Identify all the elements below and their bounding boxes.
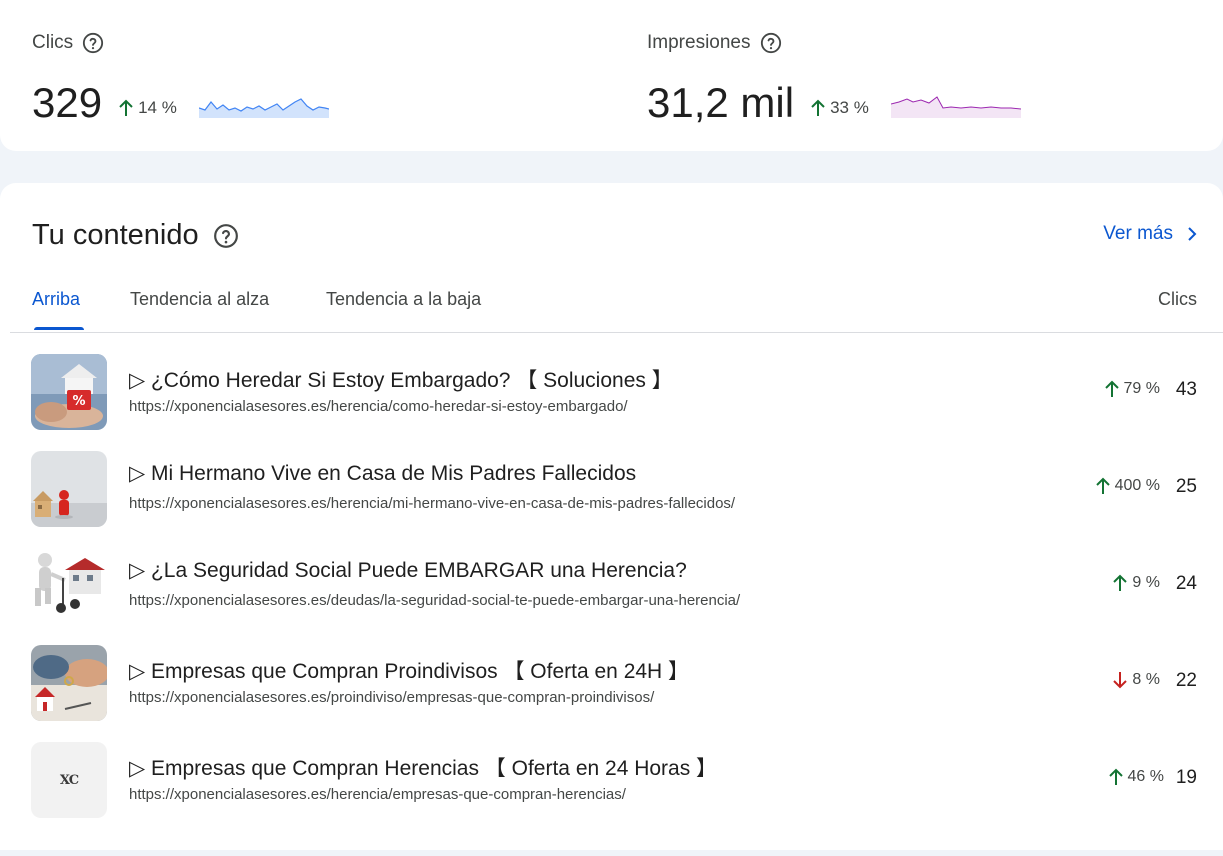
content-title[interactable]: ▷ ¿La Seguridad Social Puede EMBARGAR un… xyxy=(129,558,687,583)
row-delta-value: 8 % xyxy=(1132,671,1160,688)
arrow-up-icon xyxy=(1095,477,1110,494)
chevron-right-icon xyxy=(1188,227,1197,241)
tab-trending-down[interactable]: Tendencia a la baja xyxy=(326,289,481,310)
clicks-delta-value: 14 % xyxy=(138,98,177,117)
impressions-delta-value: 33 % xyxy=(830,98,869,117)
key-handover-thumbnail xyxy=(31,645,107,721)
row-clicks: 25 xyxy=(1175,476,1197,497)
column-header-clicks: Clics xyxy=(1158,289,1197,309)
list-item[interactable]: % ▷ ¿Cómo Heredar Si Estoy Embargado? 【 … xyxy=(0,351,1223,448)
divider xyxy=(10,332,1223,333)
list-item[interactable]: ▷ ¿La Seguridad Social Puede EMBARGAR un… xyxy=(0,545,1223,642)
arrow-up-icon xyxy=(811,99,825,116)
impressions-metric[interactable]: Impresiones 31,2 mil 33 % xyxy=(647,30,1021,124)
arrow-up-icon xyxy=(1104,380,1119,397)
arrow-up-icon xyxy=(1108,768,1123,785)
svg-text:%: % xyxy=(72,394,85,409)
row-delta: 9 % xyxy=(1112,574,1160,592)
house-percent-thumbnail: % xyxy=(31,354,107,430)
list-item[interactable]: ▷ Mi Hermano Vive en Casa de Mis Padres … xyxy=(0,448,1223,545)
hand-truck-house-thumbnail xyxy=(31,548,107,624)
row-delta: 79 % xyxy=(1104,380,1160,398)
content-url: https://xponencialasesores.es/proindivis… xyxy=(129,689,655,706)
clicks-sparkline xyxy=(198,98,329,118)
clicks-value: 329 xyxy=(32,79,103,126)
clicks-label: Clics xyxy=(32,32,74,53)
row-clicks: 43 xyxy=(1175,379,1197,400)
help-icon[interactable] xyxy=(213,223,239,249)
clicks-delta: 14 % xyxy=(118,98,177,118)
row-delta-value: 9 % xyxy=(1132,574,1160,591)
content-title[interactable]: ▷ ¿Cómo Heredar Si Estoy Embargado? 【 So… xyxy=(129,364,673,394)
row-clicks: 19 xyxy=(1175,767,1197,788)
tab-top[interactable]: Arriba xyxy=(32,289,80,310)
see-more-label: Ver más xyxy=(1103,223,1173,244)
row-delta-value: 79 % xyxy=(1123,380,1160,397)
arrow-up-icon xyxy=(1113,574,1128,591)
xc-logo-thumbnail: XC xyxy=(31,742,107,818)
content-title[interactable]: ▷ Empresas que Compran Herencias 【 Ofert… xyxy=(129,752,717,782)
metrics-card: Clics 329 14 % Impresiones 31,2 mil 33 % xyxy=(0,0,1223,151)
row-delta: 46 % xyxy=(1108,768,1164,786)
row-delta: 400 % xyxy=(1095,477,1160,495)
active-tab-indicator xyxy=(34,327,84,330)
content-title[interactable]: ▷ Mi Hermano Vive en Casa de Mis Padres … xyxy=(129,461,636,486)
section-header: Tu contenido xyxy=(32,219,239,252)
content-url: https://xponencialasesores.es/herencia/c… xyxy=(129,398,628,415)
impressions-sparkline xyxy=(890,96,1021,118)
list-item[interactable]: ▷ Empresas que Compran Proindivisos 【 Of… xyxy=(0,642,1223,739)
impressions-value: 31,2 mil xyxy=(647,79,795,126)
impressions-label: Impresiones xyxy=(647,32,751,53)
help-icon[interactable] xyxy=(760,32,782,54)
content-list: % ▷ ¿Cómo Heredar Si Estoy Embargado? 【 … xyxy=(0,351,1223,836)
content-title[interactable]: ▷ Empresas que Compran Proindivisos 【 Of… xyxy=(129,655,689,685)
content-url: https://xponencialasesores.es/herencia/m… xyxy=(129,495,736,512)
section-title: Tu contenido xyxy=(32,219,199,251)
content-card: Tu contenido Ver más Arriba Tendencia al… xyxy=(0,183,1223,850)
row-delta: 8 % xyxy=(1112,671,1160,689)
row-delta-value: 46 % xyxy=(1127,768,1164,785)
help-icon[interactable] xyxy=(82,32,104,54)
tab-bar: Arriba Tendencia al alza Tendencia a la … xyxy=(0,283,1223,333)
tab-trending-up[interactable]: Tendencia al alza xyxy=(130,289,269,310)
house-figure-thumbnail xyxy=(31,451,107,527)
arrow-down-icon xyxy=(1113,672,1128,689)
clicks-metric[interactable]: Clics 329 14 % xyxy=(32,30,329,124)
content-url: https://xponencialasesores.es/deudas/la-… xyxy=(129,592,741,609)
impressions-delta: 33 % xyxy=(810,98,869,118)
row-clicks: 24 xyxy=(1175,573,1197,594)
arrow-up-icon xyxy=(119,99,133,116)
see-more-link[interactable]: Ver más xyxy=(1103,223,1197,245)
xc-logo-text: XC xyxy=(59,772,79,788)
content-url: https://xponencialasesores.es/herencia/e… xyxy=(129,786,626,803)
row-delta-value: 400 % xyxy=(1114,477,1160,494)
row-clicks: 22 xyxy=(1175,670,1197,691)
list-item[interactable]: XC ▷ Empresas que Compran Herencias 【 Of… xyxy=(0,739,1223,836)
